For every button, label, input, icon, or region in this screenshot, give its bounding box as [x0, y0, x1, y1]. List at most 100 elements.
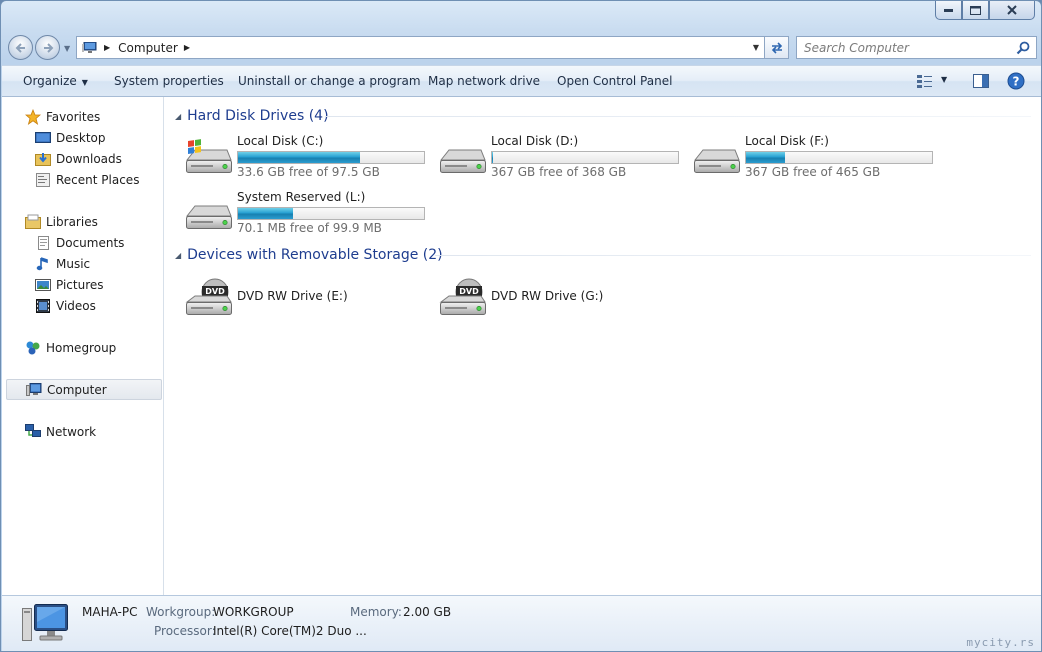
sidebar-item-videos[interactable]: Videos [2, 295, 162, 316]
main-pane: ◢ Hard Disk Drives (4) Local Disk (C:) 3… [165, 97, 1041, 595]
forward-button[interactable] [35, 35, 60, 60]
address-bar[interactable]: ▶ Computer ▶ ▼ [76, 36, 765, 59]
hard-drive-icon [185, 205, 232, 229]
address-row: ▼ ▶ Computer ▶ ▼ [1, 33, 1041, 61]
group-divider [435, 255, 1031, 256]
back-button[interactable] [8, 35, 33, 60]
documents-icon [38, 235, 49, 250]
drive-usage-fill [746, 152, 786, 163]
breadcrumb-arrow-icon[interactable]: ▶ [104, 43, 110, 52]
drive-free-space: 367 GB free of 465 GB [745, 165, 881, 179]
drive-usage-bar [491, 151, 679, 164]
system-properties-button[interactable]: System properties [114, 74, 224, 88]
breadcrumb-computer[interactable]: Computer [118, 41, 178, 55]
organize-label: Organize [23, 74, 77, 88]
svg-text:DVD: DVD [205, 287, 225, 296]
group-header-hard-disks[interactable]: ◢ Hard Disk Drives (4) [175, 106, 329, 126]
dvd-drive-item[interactable]: DVD DVD RW Drive (E:) [183, 274, 433, 324]
sidebar-item-music[interactable]: Music [2, 253, 162, 274]
organize-button[interactable]: Organize ▼ [23, 74, 88, 88]
back-arrow-icon [15, 42, 25, 53]
close-button[interactable] [989, 1, 1035, 20]
details-pane: MAHA-PC Workgroup: WORKGROUP Memory: 2.0… [2, 595, 1041, 651]
sidebar-item-network[interactable]: Network [2, 421, 162, 442]
group-title-removable: Devices with Removable Storage (2) [187, 247, 443, 263]
change-view-icon[interactable] [916, 73, 934, 89]
maximize-button[interactable] [962, 1, 989, 20]
drive-name: System Reserved (L:) [237, 190, 366, 204]
sidebar-label-downloads: Downloads [56, 151, 122, 166]
sidebar-label-libraries: Libraries [46, 214, 98, 229]
uninstall-program-button[interactable]: Uninstall or change a program [238, 74, 421, 88]
drive-usage-fill [238, 208, 294, 219]
hard-drive-icon [693, 149, 740, 173]
breadcrumb-arrow-icon[interactable]: ▶ [184, 43, 190, 52]
watermark: mycity.rs [966, 636, 1035, 649]
drive-usage-bar [237, 151, 425, 164]
recent-pages-dropdown[interactable]: ▼ [64, 44, 70, 53]
drive-usage-bar [237, 207, 425, 220]
search-input[interactable] [804, 40, 1009, 55]
hard-drive-icon [439, 149, 486, 173]
help-icon[interactable]: ? [1007, 72, 1025, 90]
drive-item[interactable]: System Reserved (L:) 70.1 MB free of 99.… [183, 190, 433, 240]
group-header-removable[interactable]: ◢ Devices with Removable Storage (2) [175, 245, 443, 265]
pc-name: MAHA-PC [82, 605, 138, 619]
processor-value: Intel(R) Core(TM)2 Duo ... [213, 624, 367, 638]
videos-icon [36, 298, 50, 313]
memory-label: Memory: [350, 605, 402, 619]
content-area: Favorites Desktop Downloads Recent Place… [2, 97, 1041, 595]
group-divider [325, 116, 1031, 117]
chevron-down-icon: ▼ [81, 78, 88, 87]
sidebar-item-libraries[interactable]: Libraries [2, 211, 162, 232]
sidebar-item-pictures[interactable]: Pictures [2, 274, 162, 295]
view-options-dropdown-icon[interactable]: ▼ [941, 75, 947, 84]
map-network-drive-button[interactable]: Map network drive [428, 74, 540, 88]
refresh-icon [771, 41, 782, 54]
drive-name: Local Disk (F:) [745, 134, 829, 148]
star-icon [25, 108, 41, 125]
drive-item[interactable]: Local Disk (C:) 33.6 GB free of 97.5 GB [183, 134, 433, 184]
drive-name: DVD RW Drive (E:) [237, 289, 348, 303]
open-control-panel-button[interactable]: Open Control Panel [557, 74, 672, 88]
restore-icon [970, 5, 981, 15]
search-box[interactable] [796, 36, 1037, 59]
sidebar-label-recent-places: Recent Places [56, 172, 140, 187]
drive-usage-bar [745, 151, 933, 164]
search-icon[interactable] [1016, 41, 1030, 55]
drive-free-space: 33.6 GB free of 97.5 GB [237, 165, 380, 179]
dvd-drive-item[interactable]: DVD DVD RW Drive (G:) [437, 274, 687, 324]
minimize-icon [944, 8, 953, 12]
sidebar-item-downloads[interactable]: Downloads [2, 148, 162, 169]
group-title-hard-disks: Hard Disk Drives (4) [187, 108, 329, 124]
minimize-button[interactable] [935, 1, 962, 20]
sidebar-item-desktop[interactable]: Desktop [2, 127, 162, 148]
computer-icon [22, 604, 68, 641]
sidebar-item-computer[interactable]: Computer [6, 379, 162, 400]
collapse-triangle-icon[interactable]: ◢ [175, 112, 181, 121]
processor-label: Processor: [154, 624, 216, 638]
forward-arrow-icon [43, 42, 53, 53]
close-icon [1007, 5, 1017, 15]
address-dropdown-icon[interactable]: ▼ [753, 43, 759, 52]
homegroup-icon [26, 341, 40, 354]
libraries-icon [25, 214, 41, 229]
sidebar-item-homegroup[interactable]: Homegroup [2, 337, 162, 358]
explorer-window: ▼ ▶ Computer ▶ ▼ Organize ▼ [0, 0, 1042, 652]
downloads-folder-icon [35, 152, 51, 166]
sidebar-item-recent-places[interactable]: Recent Places [2, 169, 162, 190]
collapse-triangle-icon[interactable]: ◢ [175, 251, 181, 260]
refresh-button[interactable] [765, 36, 789, 59]
memory-value: 2.00 GB [403, 605, 452, 619]
svg-text:?: ? [1013, 75, 1020, 89]
svg-text:DVD: DVD [459, 287, 479, 296]
sidebar-label-music: Music [56, 256, 91, 271]
preview-pane-icon[interactable] [972, 73, 990, 89]
drive-free-space: 70.1 MB free of 99.9 MB [237, 221, 382, 235]
drive-usage-fill [492, 152, 493, 163]
sidebar-item-favorites[interactable]: Favorites [2, 106, 162, 127]
drive-item[interactable]: Local Disk (F:) 367 GB free of 465 GB [691, 134, 941, 184]
sidebar-item-documents[interactable]: Documents [2, 232, 162, 253]
drive-name: DVD RW Drive (G:) [491, 289, 604, 303]
drive-item[interactable]: Local Disk (D:) 367 GB free of 368 GB [437, 134, 687, 184]
